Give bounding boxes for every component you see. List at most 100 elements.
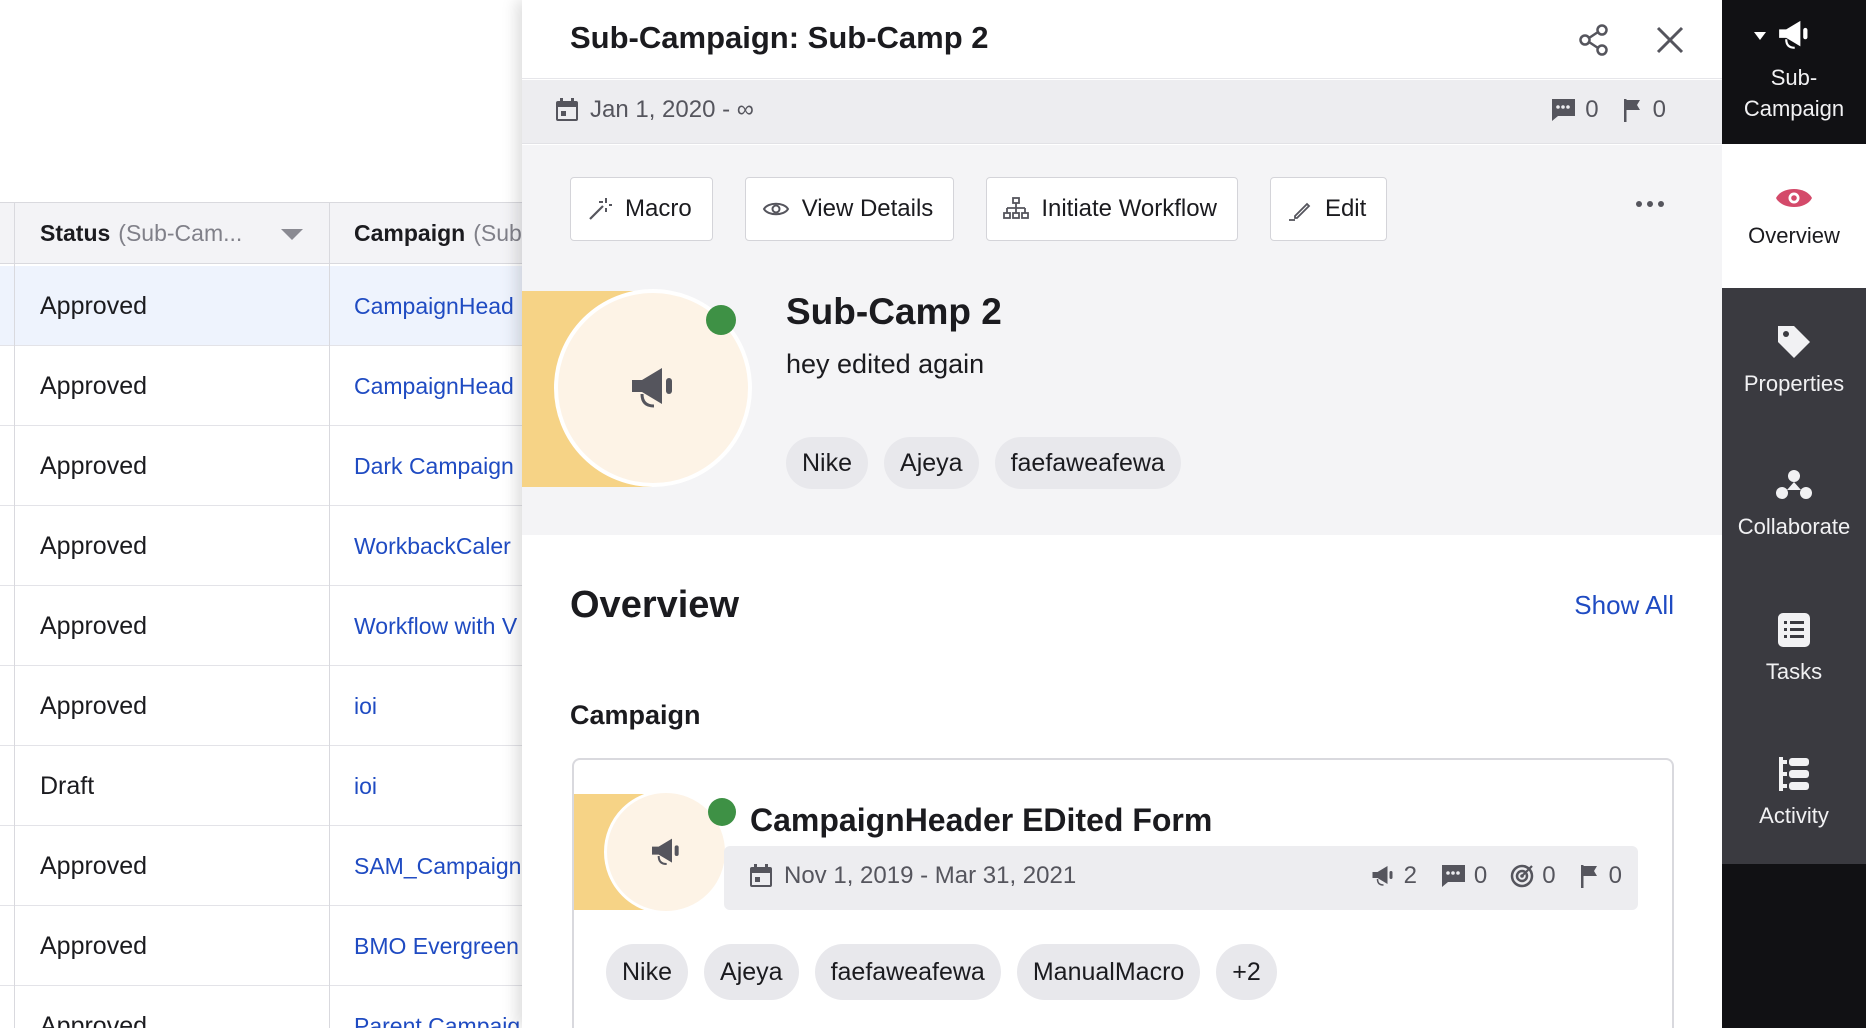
initiate-workflow-label: Initiate Workflow [1041,195,1217,222]
tasks-icon [1776,611,1812,659]
row-status: Approved [40,452,148,480]
flags-count-value: 0 [1652,96,1666,123]
share-icon[interactable] [1576,22,1612,58]
table-row[interactable]: Approved Workflow with V [0,586,530,666]
show-all-link[interactable]: Show All [1574,590,1674,621]
table-row[interactable]: Approved WorkbackCaler [0,506,530,586]
campaign-date-range: Nov 1, 2019 - Mar 31, 2021 [748,862,1076,890]
table-row[interactable]: Approved ioi [0,666,530,746]
nav-collaborate-label: Collaborate [1737,514,1851,539]
nav-properties-label: Properties [1743,371,1845,396]
row-status: Approved [40,292,148,320]
nav-properties[interactable]: Properties [1722,288,1866,432]
tag-chip[interactable]: faefaweafewa [994,437,1181,489]
nav-tasks[interactable]: Tasks [1722,576,1866,720]
column-divider [14,202,15,1028]
date-range-text: Jan 1, 2020 - ∞ [590,96,754,123]
row-campaign-link[interactable]: ioi [354,666,377,746]
goals-count[interactable]: 0 [1509,862,1556,890]
goals-count-value: 0 [1542,862,1556,889]
campaign-column-header[interactable]: Campaign (Sub [354,203,522,263]
campaign-date-text: Nov 1, 2019 - Mar 31, 2021 [784,862,1077,889]
row-status: Approved [40,532,148,560]
nav-overview-label: Overview [1748,223,1840,248]
subcampaigns-count[interactable]: 2 [1369,862,1417,890]
row-campaign-link[interactable]: CampaignHead [354,266,514,346]
nav-tasks-label: Tasks [1765,659,1823,684]
row-status: Approved [40,852,148,880]
megaphone-icon [626,364,680,412]
chevron-down-icon[interactable] [1754,32,1766,40]
close-icon[interactable] [1652,22,1688,58]
row-campaign-link[interactable]: ioi [354,746,377,826]
table-row[interactable]: Approved Parent Campaig [0,986,530,1028]
meta-counts: 0 0 [1527,96,1666,124]
table-row[interactable]: Approved CampaignHead [0,266,530,346]
eye-icon [762,196,802,222]
workflow-icon [1003,196,1041,222]
tag-chip[interactable]: Nike [606,944,689,1000]
nav-collaborate[interactable]: Collaborate [1722,432,1866,576]
edit-button[interactable]: Edit [1269,177,1388,241]
row-campaign-link[interactable]: Parent Campaig [354,986,520,1028]
comments-count-value: 0 [1585,96,1599,123]
flags-count-value: 0 [1608,862,1622,889]
tag-chip[interactable]: faefaweafewa [814,944,1001,1000]
status-column-header[interactable]: Status (Sub-Cam... [40,203,320,263]
initiate-workflow-button[interactable]: Initiate Workflow [986,177,1238,241]
panel-hero: Macro View Details Initiate Workflow Edi… [522,145,1722,535]
date-range: Jan 1, 2020 - ∞ [554,96,754,124]
table-row[interactable]: Approved SAM_Campaign [0,826,530,906]
tag-chip[interactable]: Ajeya [704,944,799,1000]
hero-tags: Nike Ajeya faefaweafewa [786,437,1197,489]
table-header-row: Status (Sub-Cam... Campaign (Sub [0,202,530,264]
macro-button[interactable]: Macro [570,177,713,241]
campaign-card[interactable]: CampaignHeader EDited Form Nov 1, 2019 -… [572,758,1674,1028]
nav-overview[interactable]: Overview [1722,144,1866,288]
campaign-tags: Nike Ajeya faefaweafewa ManualMacro +2 [606,944,1293,1000]
megaphone-icon [1774,18,1814,62]
campaign-section-label: Campaign [570,700,701,730]
table-row[interactable]: Approved Dark Campaign [0,426,530,506]
campaign-header-sub: (Sub [473,219,522,246]
nav-activity[interactable]: Activity [1722,720,1866,864]
row-campaign-link[interactable]: Dark Campaign [354,426,514,506]
more-tags-chip[interactable]: +2 [1216,944,1277,1000]
row-campaign-link[interactable]: CampaignHead [354,346,514,426]
activity-icon [1776,755,1812,803]
nav-sub-campaign[interactable]: Sub- Campaign [1722,0,1866,144]
table-row[interactable]: Approved BMO Evergreen [0,906,530,986]
row-campaign-link[interactable]: Workflow with V [354,586,517,666]
row-status: Draft [40,772,95,800]
collaborate-icon [1775,468,1813,514]
action-bar: Macro View Details Initiate Workflow Edi… [570,177,1419,241]
row-status: Approved [40,692,148,720]
right-nav: Sub- Campaign Overview Properties Collab… [1722,0,1866,1028]
table-row[interactable]: Approved CampaignHead [0,346,530,426]
flags-count[interactable]: 0 [1621,96,1666,124]
panel-title: Sub-Campaign: Sub-Camp 2 [570,20,989,55]
subcampaigns-count-value: 2 [1403,862,1417,889]
macro-label: Macro [625,195,692,222]
comments-count[interactable]: 0 [1439,862,1487,890]
campaign-counts: 2 0 0 0 [1347,862,1622,890]
comments-count[interactable]: 0 [1549,96,1599,124]
status-header-label: Status [40,219,111,246]
comment-icon [1549,97,1585,123]
tag-chip[interactable]: ManualMacro [1016,944,1201,1000]
tag-chip[interactable]: Nike [786,437,869,489]
row-campaign-link[interactable]: SAM_Campaign [354,826,521,906]
campaign-name[interactable]: CampaignHeader EDited Form [750,802,1212,839]
view-details-button[interactable]: View Details [744,177,955,241]
table-row[interactable]: Draft ioi [0,746,530,826]
row-campaign-link[interactable]: WorkbackCaler [354,506,511,586]
overview-title: Overview [570,584,739,626]
chevron-down-icon[interactable] [281,229,303,240]
sub-campaign-panel: Sub-Campaign: Sub-Camp 2 Jan 1, 2020 - ∞… [522,0,1722,1028]
flags-count[interactable]: 0 [1578,862,1622,890]
comment-icon [1439,863,1474,889]
row-campaign-link[interactable]: BMO Evergreen [354,906,519,986]
tag-chip[interactable]: Ajeya [884,437,979,489]
more-icon[interactable] [1630,191,1670,217]
megaphone-icon [1369,864,1404,888]
